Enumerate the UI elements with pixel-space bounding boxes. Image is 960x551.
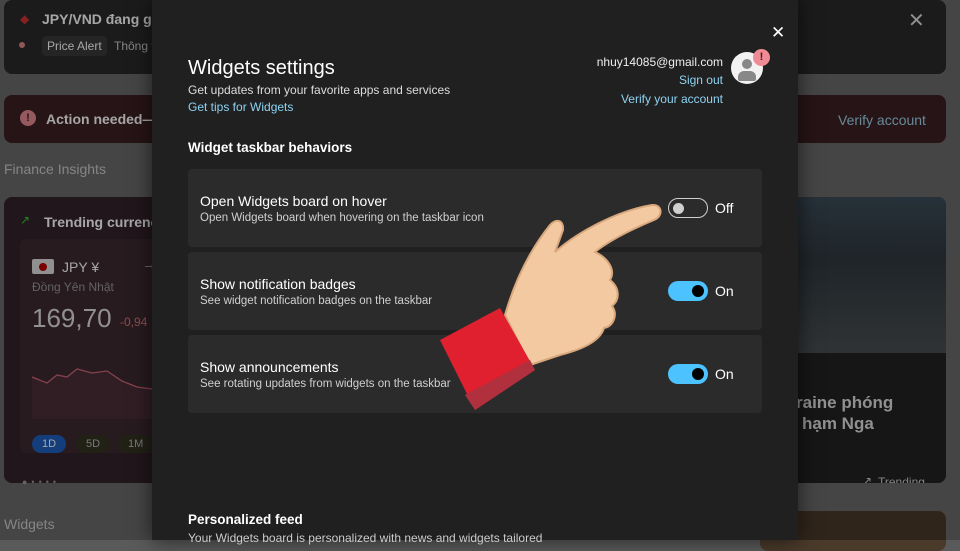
dialog-title: Widgets settings bbox=[188, 57, 335, 79]
account-email: nhuy14085@gmail.com bbox=[596, 55, 723, 69]
alert-badge-icon: ! bbox=[753, 49, 770, 66]
hover-toggle[interactable] bbox=[668, 198, 708, 218]
feed-description: Your Widgets board is personalized with … bbox=[188, 531, 543, 545]
announcements-toggle[interactable] bbox=[668, 364, 708, 384]
setting-description: See widget notification badges on the ta… bbox=[200, 295, 433, 307]
setting-title: Open Widgets board on hover bbox=[200, 193, 387, 209]
toggle-state: Off bbox=[715, 200, 734, 216]
badges-toggle[interactable] bbox=[668, 281, 708, 301]
setting-title: Show notification badges bbox=[200, 276, 356, 292]
dialog-subtitle: Get updates from your favorite apps and … bbox=[188, 83, 451, 97]
pointing-hand-illustration bbox=[440, 203, 662, 410]
tips-link[interactable]: Get tips for Widgets bbox=[188, 100, 293, 114]
sign-out-link[interactable]: Sign out bbox=[679, 73, 723, 87]
toggle-state: On bbox=[715, 366, 734, 382]
setting-title: Show announcements bbox=[200, 359, 339, 375]
section-title: Widget taskbar behaviors bbox=[188, 140, 353, 155]
close-icon[interactable]: ✕ bbox=[771, 23, 785, 43]
feed-title: Personalized feed bbox=[188, 512, 303, 527]
setting-description: See rotating updates from widgets on the… bbox=[200, 378, 451, 390]
toggle-state: On bbox=[715, 283, 734, 299]
verify-account-link[interactable]: Verify your account bbox=[621, 92, 723, 106]
person-icon bbox=[742, 59, 752, 69]
